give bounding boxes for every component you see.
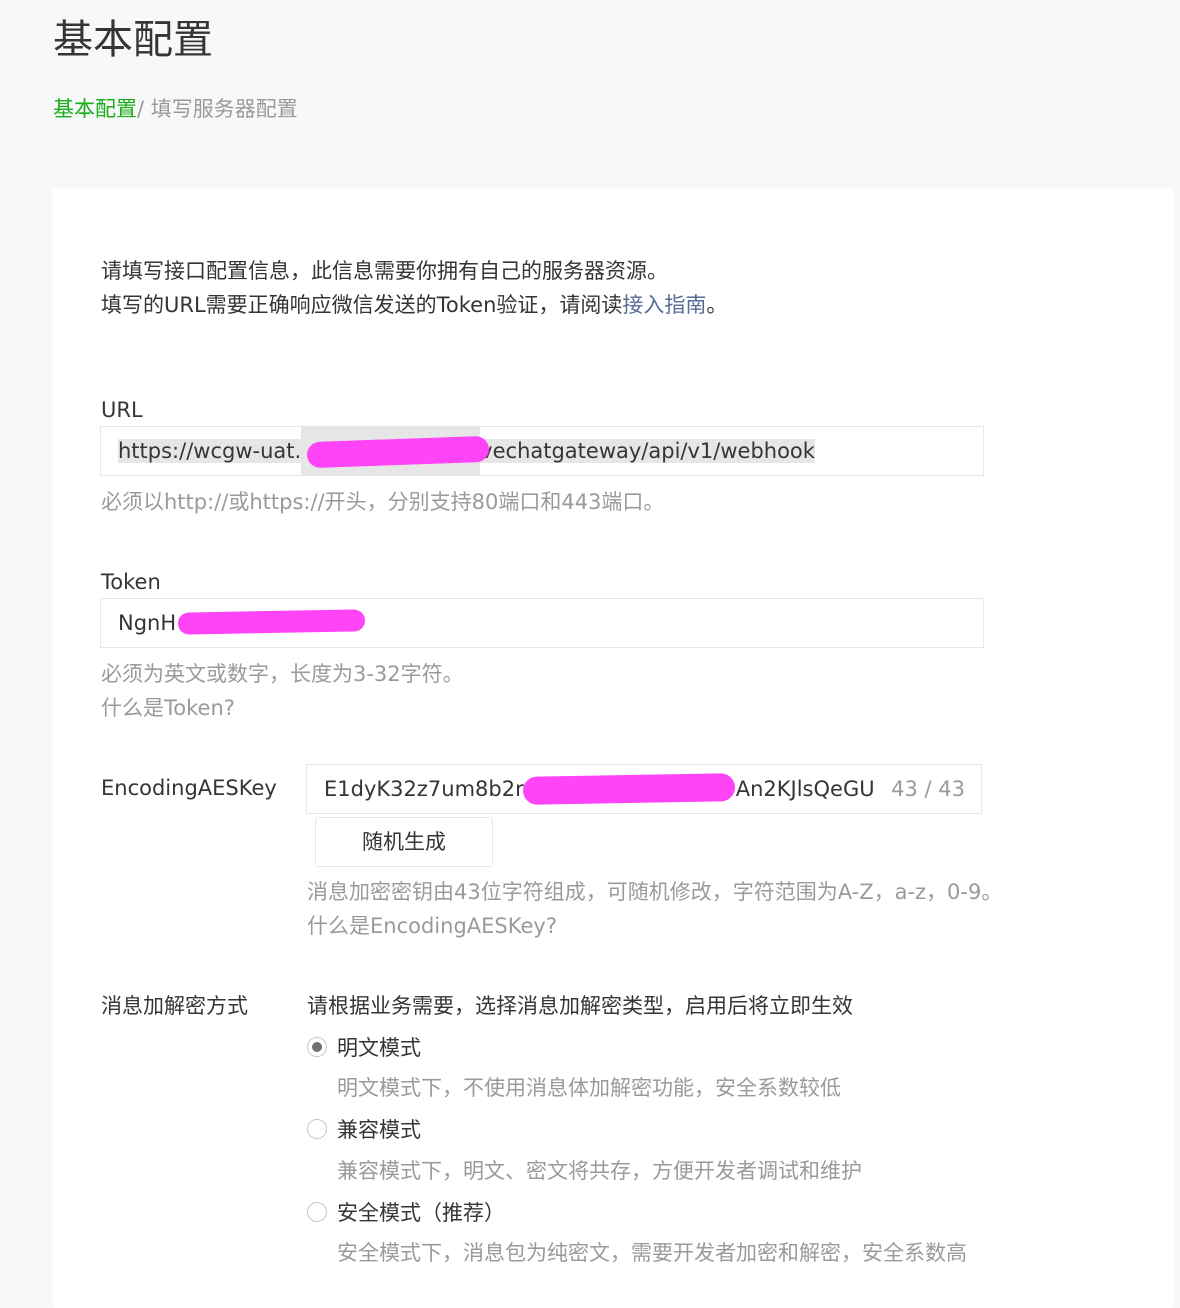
redaction-mark bbox=[177, 609, 366, 635]
breadcrumb-current: 填写服务器配置 bbox=[150, 97, 298, 121]
breadcrumb-separator: / bbox=[137, 97, 151, 121]
aes-key-value-start: E1dyK32z7um8b2r bbox=[324, 777, 524, 801]
radio-button[interactable] bbox=[307, 1119, 327, 1139]
plaintext-mode-description: 明文模式下，不使用消息体加解密功能，安全系数较低 bbox=[337, 1076, 841, 1100]
url-value-end: vechatgateway/api/v1/webhook bbox=[480, 439, 815, 463]
radio-label: 明文模式 bbox=[337, 1036, 421, 1060]
aes-key-hint: 消息加密密钥由43位字符组成，可随机修改，字符范围为A-Z，a-z，0-9。 bbox=[307, 880, 1003, 904]
radio-button[interactable] bbox=[307, 1202, 327, 1222]
intro-line-2-suffix: 。 bbox=[706, 293, 728, 317]
what-is-token-link[interactable]: 什么是Token? bbox=[101, 693, 235, 723]
token-input[interactable]: NgnH bbox=[100, 598, 984, 648]
intro-text: 请填写接口配置信息，此信息需要你拥有自己的服务器资源。 填写的URL需要正确响应… bbox=[101, 254, 727, 322]
aes-key-input[interactable]: E1dyK32z7um8b2r An2KJlsQeGU 43 / 43 bbox=[306, 764, 982, 814]
url-value-start: https://wcgw-uat. bbox=[118, 439, 302, 463]
url-label: URL bbox=[101, 398, 143, 422]
intro-line-2-text: 填写的URL需要正确响应微信发送的Token验证，请阅读 bbox=[101, 293, 623, 317]
token-value-start: NgnH bbox=[118, 611, 177, 635]
aes-key-char-counter: 43 / 43 bbox=[891, 777, 965, 801]
radio-label: 安全模式（推荐） bbox=[337, 1201, 505, 1225]
intro-line-2: 填写的URL需要正确响应微信发送的Token验证，请阅读接入指南。 bbox=[101, 288, 727, 322]
aes-key-value-end: An2KJlsQeGU bbox=[735, 777, 875, 801]
encryption-mode-description: 请根据业务需要，选择消息加解密类型，启用后将立即生效 bbox=[307, 994, 853, 1018]
aes-key-label: EncodingAESKey bbox=[101, 776, 277, 800]
intro-line-1: 请填写接口配置信息，此信息需要你拥有自己的服务器资源。 bbox=[101, 259, 668, 283]
page-title: 基本配置 bbox=[53, 17, 213, 63]
redaction-mark bbox=[522, 773, 736, 805]
token-label: Token bbox=[101, 570, 161, 594]
url-input[interactable]: https://wcgw-uat. vechatgateway/api/v1/w… bbox=[100, 426, 984, 476]
encryption-mode-label: 消息加解密方式 bbox=[101, 994, 248, 1018]
compatible-mode-description: 兼容模式下，明文、密文将共存，方便开发者调试和维护 bbox=[337, 1159, 862, 1183]
url-hint: 必须以http://或https://开头，分别支持80端口和443端口。 bbox=[101, 490, 665, 514]
token-hint: 必须为英文或数字，长度为3-32字符。 bbox=[101, 662, 464, 686]
secure-mode-description: 安全模式下，消息包为纯密文，需要开发者加密和解密，安全系数高 bbox=[337, 1241, 967, 1265]
server-config-card: 请填写接口配置信息，此信息需要你拥有自己的服务器资源。 填写的URL需要正确响应… bbox=[52, 188, 1174, 1308]
random-generate-button[interactable]: 随机生成 bbox=[315, 817, 493, 867]
breadcrumb-link-basic-config[interactable]: 基本配置 bbox=[53, 97, 137, 121]
breadcrumb: 基本配置/ 填写服务器配置 bbox=[53, 94, 298, 124]
radio-label: 兼容模式 bbox=[337, 1118, 421, 1142]
radio-button-checked[interactable] bbox=[307, 1037, 327, 1057]
access-guide-link[interactable]: 接入指南 bbox=[622, 293, 706, 317]
what-is-aes-key-link[interactable]: 什么是EncodingAESKey? bbox=[307, 911, 557, 941]
